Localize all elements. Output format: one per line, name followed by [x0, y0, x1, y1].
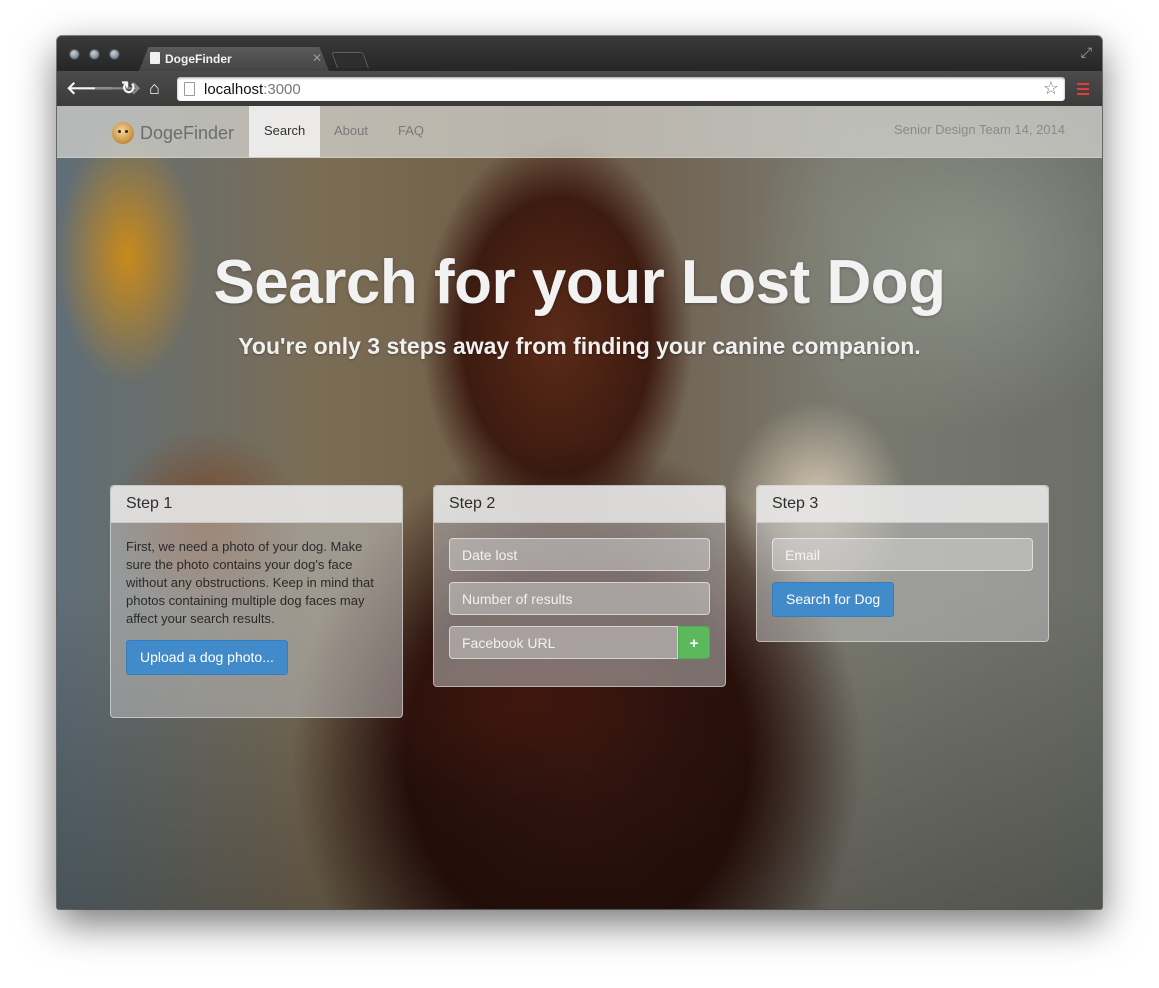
reload-icon[interactable]: ↻ — [121, 78, 136, 98]
facebook-url-group: + — [449, 626, 710, 659]
new-tab-button[interactable] — [331, 52, 369, 68]
nav-search[interactable]: Search — [249, 106, 321, 157]
close-window-icon[interactable] — [69, 49, 80, 60]
email-field[interactable] — [772, 538, 1033, 571]
zoom-window-icon[interactable] — [109, 49, 120, 60]
hero-subtitle: You're only 3 steps away from finding yo… — [238, 333, 921, 359]
tab-page-icon — [150, 52, 160, 64]
upload-photo-button[interactable]: Upload a dog photo... — [126, 640, 288, 675]
step-2-title: Step 2 — [434, 486, 725, 523]
step-2-panel: Step 2 + — [433, 485, 726, 687]
brand-name: DogeFinder — [140, 123, 235, 143]
email-input[interactable] — [773, 539, 1032, 570]
step-1-instructions: First, we need a photo of your dog. Make… — [126, 539, 374, 626]
date-lost-field[interactable] — [449, 538, 710, 571]
facebook-url-field[interactable] — [449, 626, 678, 659]
add-facebook-url-button[interactable]: + — [678, 626, 710, 659]
facebook-url-input[interactable] — [450, 627, 677, 658]
tab-strip: DogeFinder ✕ ⤢ — [57, 36, 1102, 71]
step-3-panel: Step 3 Search for Dog — [756, 485, 1049, 642]
page-icon — [184, 82, 195, 96]
step-3-title: Step 3 — [757, 486, 1048, 523]
tab-close-icon[interactable]: ✕ — [312, 51, 322, 65]
number-of-results-input[interactable] — [450, 583, 709, 614]
step-1-panel: Step 1 First, we need a photo of your do… — [110, 485, 403, 718]
nav-about[interactable]: About — [319, 106, 383, 157]
fullscreen-icon[interactable]: ⤢ — [1081, 44, 1092, 61]
browser-toolbar: 🡐 🡒 ↻ ⌂ localhost:3000 ☆ — [57, 71, 1102, 106]
step-1-title: Step 1 — [111, 486, 402, 523]
number-of-results-field[interactable] — [449, 582, 710, 615]
address-bar[interactable]: localhost:3000 ☆ — [177, 77, 1065, 101]
date-lost-input[interactable] — [450, 539, 709, 570]
nav-faq[interactable]: FAQ — [383, 106, 439, 157]
team-credit: Senior Design Team 14, 2014 — [893, 122, 1065, 137]
hero-title: Search for your Lost Dog — [213, 248, 946, 317]
site-navbar: DogeFinder Search About FAQ Senior Desig… — [57, 106, 1102, 158]
chrome-menu-icon[interactable] — [1077, 83, 1089, 95]
search-for-dog-button[interactable]: Search for Dog — [772, 582, 895, 617]
url-text[interactable]: localhost:3000 — [204, 81, 301, 98]
home-icon[interactable]: ⌂ — [149, 78, 160, 98]
bookmark-star-icon[interactable]: ☆ — [1043, 78, 1059, 99]
doge-logo-icon — [112, 122, 134, 144]
tab-title: DogeFinder — [165, 52, 232, 66]
minimize-window-icon[interactable] — [89, 49, 100, 60]
page-content: DogeFinder Search About FAQ Senior Desig… — [57, 106, 1102, 909]
browser-window: DogeFinder ✕ ⤢ 🡐 🡒 ↻ ⌂ localhost:3000 ☆ … — [57, 36, 1102, 909]
